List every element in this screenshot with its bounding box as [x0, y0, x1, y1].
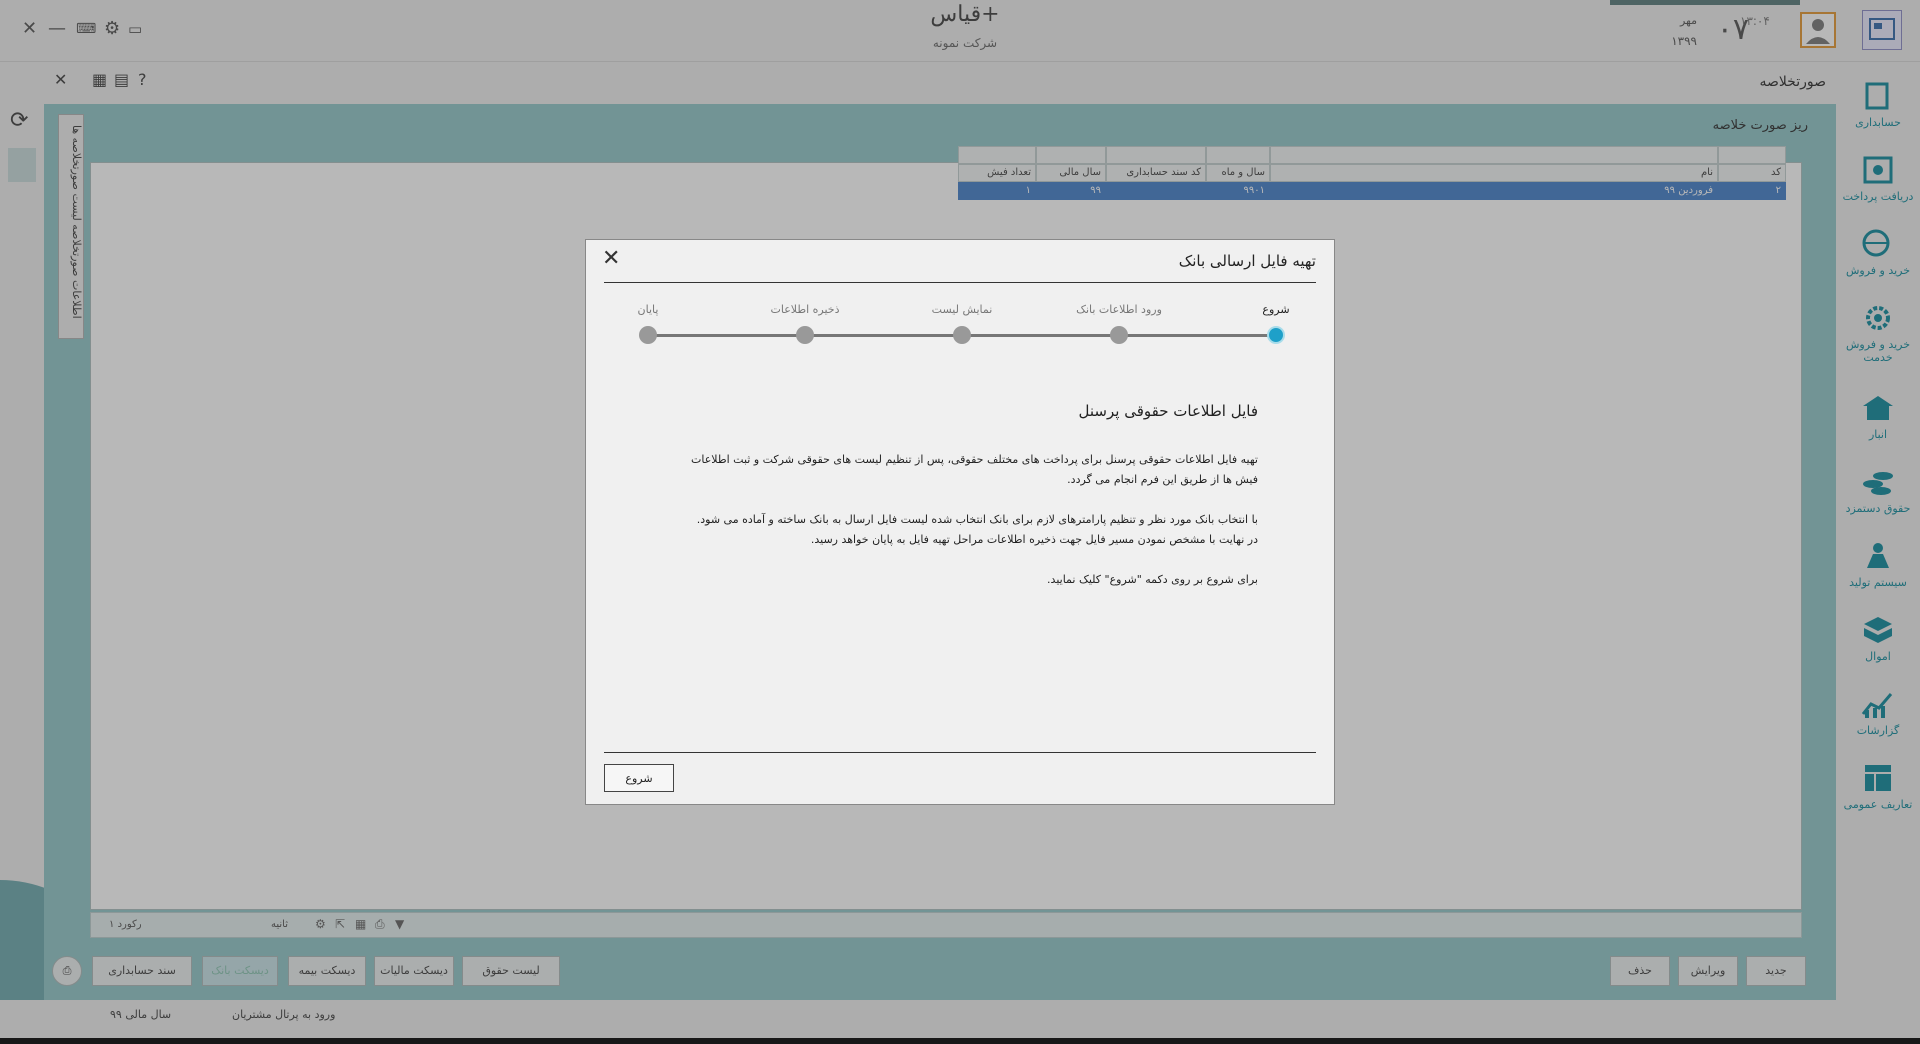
wizard-step-end: پایان: [588, 300, 708, 344]
step-label: پایان: [637, 303, 659, 316]
step-label: ورود اطلاعات بانک: [1076, 303, 1162, 316]
divider: [604, 282, 1316, 283]
step-label: شروع: [1262, 303, 1290, 316]
dialog-title: تهیه فایل ارسالی بانک: [1178, 252, 1316, 270]
dialog-close-icon[interactable]: ✕: [602, 246, 620, 271]
step-dot: [953, 326, 971, 344]
start-button[interactable]: شروع: [604, 764, 674, 792]
step-dot: [639, 326, 657, 344]
wizard-step-bank-info: ورود اطلاعات بانک: [1059, 300, 1179, 344]
description-line: در نهایت با مشخص نمودن مسیر فایل جهت ذخی…: [810, 533, 1258, 546]
description-paragraph: تهیه فایل اطلاعات حقوقی پرسنل برای پرداخ…: [691, 453, 1258, 486]
step-dot: [796, 326, 814, 344]
step-dot: [1110, 326, 1128, 344]
wizard-step-save: ذخیره اطلاعات: [745, 300, 865, 344]
wizard-step-start: شروع: [1216, 300, 1336, 344]
wizard-step-show-list: نمایش لیست: [902, 300, 1022, 344]
step-label: ذخیره اطلاعات: [770, 303, 840, 316]
description-line: با انتخاب بانک مورد نظر و تنظیم پارامتره…: [696, 513, 1258, 526]
bank-file-dialog: تهیه فایل ارسالی بانک ✕ شروع ورود اطلاعا…: [585, 239, 1335, 805]
dialog-body: تهیه فایل اطلاعات حقوقی پرسنل برای پرداخ…: [668, 450, 1258, 610]
dialog-heading: فایل اطلاعات حقوقی پرسنل: [1078, 402, 1258, 420]
instruction-text: برای شروع بر روی دکمه "شروع" کلیک نمایید…: [1047, 573, 1258, 586]
step-dot-active: [1267, 326, 1285, 344]
divider: [604, 752, 1316, 753]
step-label: نمایش لیست: [931, 303, 993, 316]
wizard-steps: شروع ورود اطلاعات بانک نمایش لیست ذخیره …: [586, 300, 1336, 360]
